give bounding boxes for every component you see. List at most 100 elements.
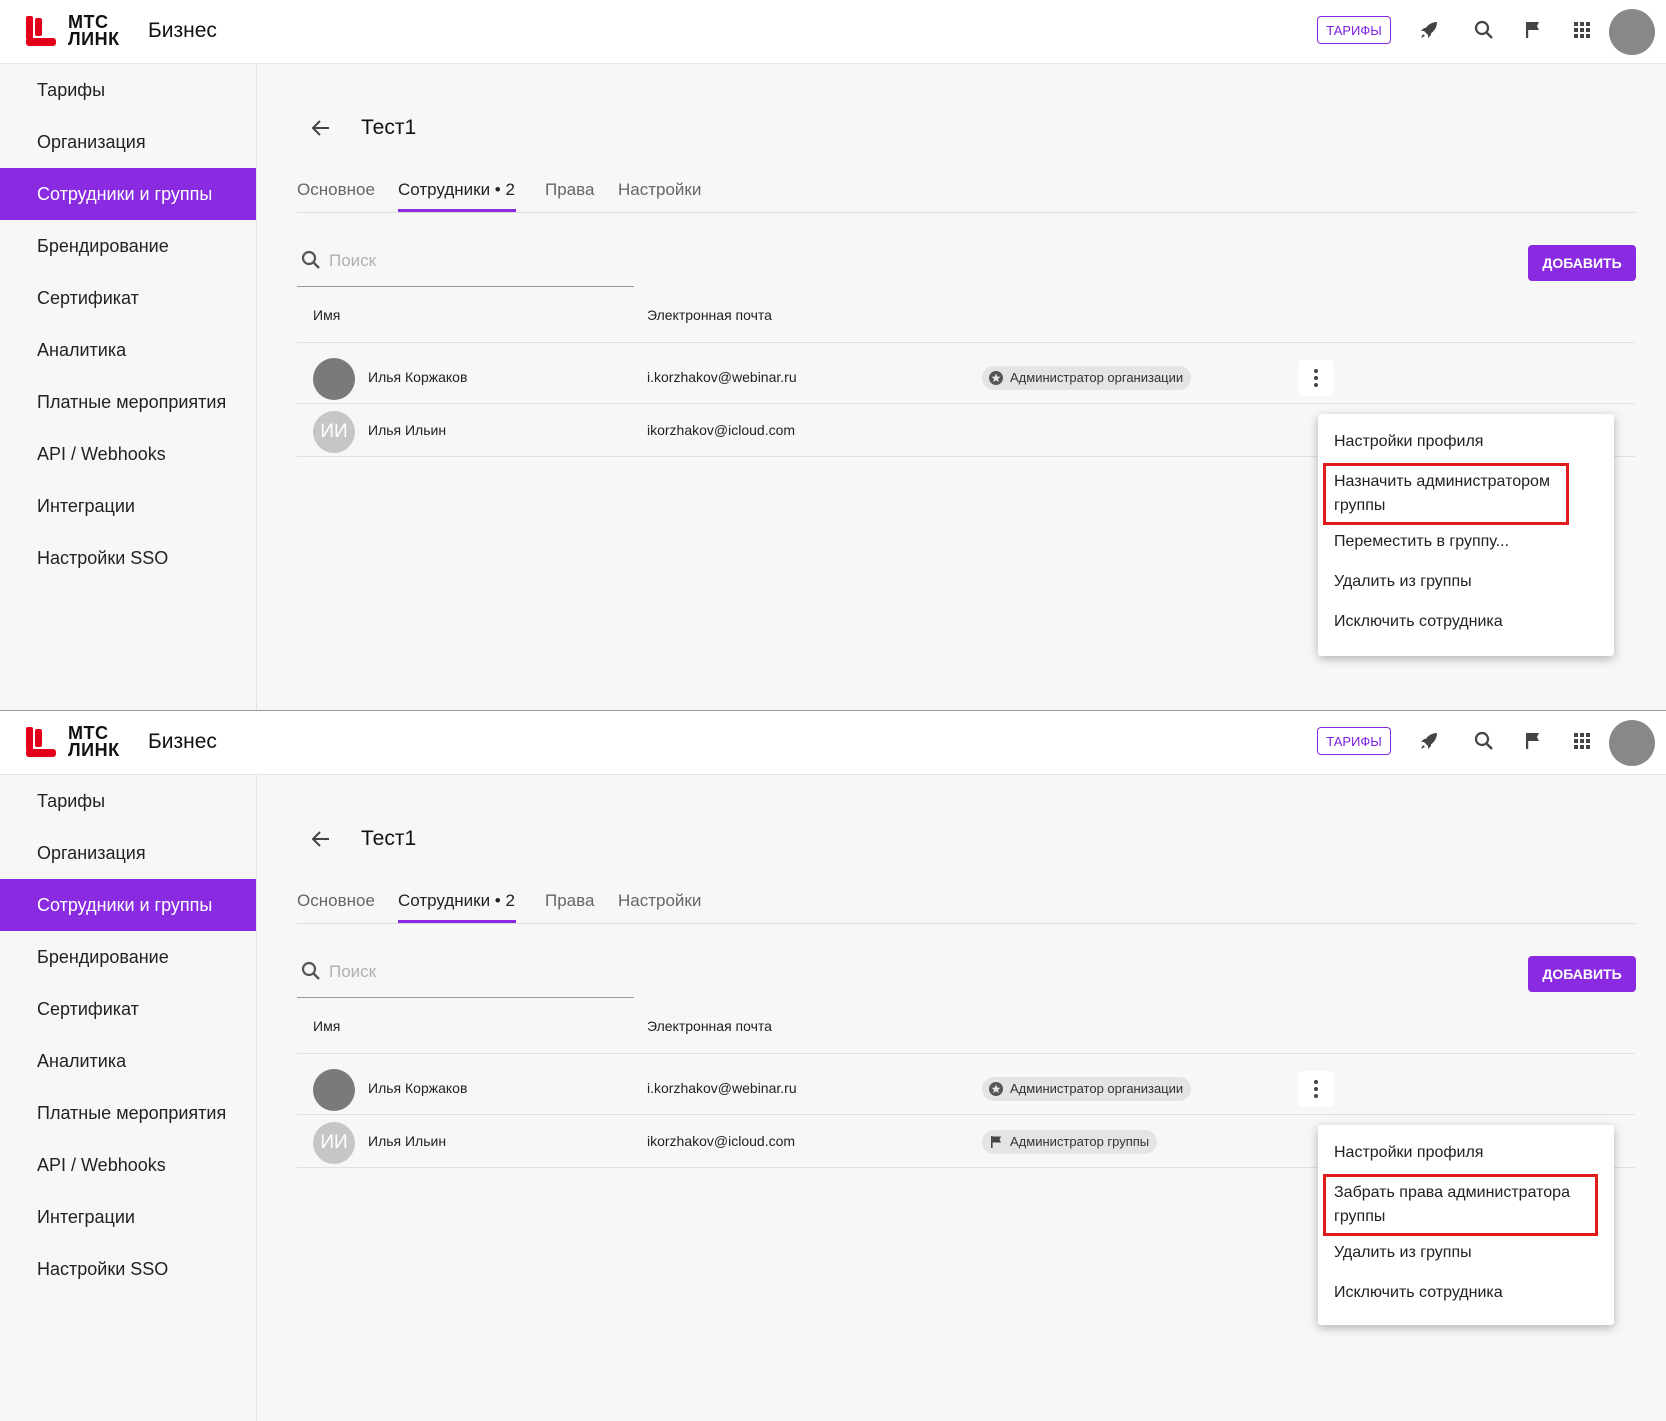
sidebar-item-certificate[interactable]: Сертификат [0,983,256,1035]
employee-email: i.korzhakov@webinar.ru [647,1080,797,1096]
sidebar-item-employees-groups[interactable]: Сотрудники и группы [0,168,256,220]
menu-item-exclude-employee[interactable]: Исключить сотрудника [1334,610,1574,634]
tab-general[interactable]: Основное [297,891,375,911]
tabs-bar: Основное Сотрудники • 2 Права Настройки [297,170,1635,213]
sidebar-item-organization[interactable]: Организация [0,827,256,879]
active-tab-indicator [398,920,516,923]
rocket-icon[interactable] [1417,18,1441,42]
more-vertical-icon [1314,1080,1318,1098]
sidebar-item-integrations[interactable]: Интеграции [0,1191,256,1243]
sidebar-item-paid-events[interactable]: Платные мероприятия [0,1087,256,1139]
add-button[interactable]: ДОБАВИТЬ [1528,245,1636,281]
sidebar-item-organization[interactable]: Организация [0,116,256,168]
row-divider [297,1114,1635,1115]
search-icon [301,961,320,980]
tab-settings[interactable]: Настройки [618,180,701,200]
sidebar-item-certificate[interactable]: Сертификат [0,272,256,324]
avatar [313,1069,355,1111]
top-header: МТС ЛИНК Бизнес ТАРИФЫ [0,711,1666,775]
apps-grid-icon[interactable] [1570,729,1594,753]
logo-text: МТС ЛИНК [68,724,120,760]
highlight-box [1323,1174,1598,1236]
tab-rights[interactable]: Права [545,180,594,200]
back-arrow-icon[interactable] [309,827,333,851]
header-divider [297,1053,1635,1054]
sidebar-item-branding[interactable]: Брендирование [0,931,256,983]
column-header-name: Имя [313,1018,341,1034]
page-title: Тест1 [361,116,417,139]
employee-email: ikorzhakov@icloud.com [647,1133,796,1149]
employee-name[interactable]: Илья Ильин [368,422,446,438]
employee-email: i.korzhakov@webinar.ru [647,369,797,385]
sidebar-item-api-webhooks[interactable]: API / Webhooks [0,1139,256,1191]
star-badge-icon [989,1082,1003,1096]
tab-rights[interactable]: Права [545,891,594,911]
tariffs-button[interactable]: ТАРИФЫ [1317,16,1391,44]
logo-line2: ЛИНК [68,740,120,760]
flag-icon[interactable] [1521,729,1545,753]
mts-link-logo-icon [26,727,56,757]
screenshot-before: МТС ЛИНК Бизнес ТАРИФЫ Тарифы Организаци… [0,0,1666,710]
sidebar-item-employees-groups[interactable]: Сотрудники и группы [0,879,256,931]
user-avatar[interactable] [1609,720,1655,766]
menu-item-remove-from-group[interactable]: Удалить из группы [1334,1241,1574,1265]
search-input[interactable] [327,957,621,987]
menu-item-profile-settings[interactable]: Настройки профиля [1334,430,1574,454]
employee-name[interactable]: Илья Коржаков [368,369,467,385]
star-badge-icon [989,371,1003,385]
tab-settings[interactable]: Настройки [618,891,701,911]
more-vertical-icon [1314,369,1318,387]
sidebar-item-analytics[interactable]: Аналитика [0,324,256,376]
sidebar-item-integrations[interactable]: Интеграции [0,480,256,532]
sidebar-item-sso-settings[interactable]: Настройки SSO [0,532,256,584]
brand-name: Бизнес [148,730,217,753]
sidebar-item-tariffs[interactable]: Тарифы [0,64,256,116]
add-button[interactable]: ДОБАВИТЬ [1528,956,1636,992]
flag-icon[interactable] [1521,18,1545,42]
search-box [297,236,634,287]
sidebar-item-branding[interactable]: Брендирование [0,220,256,272]
apps-grid-icon[interactable] [1570,18,1594,42]
role-badge: Администратор организации [982,366,1192,390]
search-input[interactable] [327,246,621,276]
sidebar-item-tariffs[interactable]: Тарифы [0,775,256,827]
sidebar-item-sso-settings[interactable]: Настройки SSO [0,1243,256,1295]
role-badge: Администратор группы [982,1130,1158,1154]
brand-name: Бизнес [148,19,217,42]
menu-item-profile-settings[interactable]: Настройки профиля [1334,1141,1574,1165]
role-badge-label: Администратор группы [1010,1134,1150,1149]
column-header-email: Электронная почта [647,1018,772,1034]
tab-employees[interactable]: Сотрудники • 2 [398,891,515,911]
menu-item-remove-from-group[interactable]: Удалить из группы [1334,570,1574,594]
avatar [313,358,355,400]
tab-employees[interactable]: Сотрудники • 2 [398,180,515,200]
employee-email: ikorzhakov@icloud.com [647,422,796,438]
avatar: ИИ [313,411,355,453]
back-arrow-icon[interactable] [309,116,333,140]
employee-name[interactable]: Илья Коржаков [368,1080,467,1096]
menu-item-move-to-group[interactable]: Переместить в группу... [1334,530,1574,554]
row-more-button[interactable] [1298,360,1334,396]
search-icon[interactable] [1472,729,1496,753]
search-icon[interactable] [1472,18,1496,42]
tariffs-button[interactable]: ТАРИФЫ [1317,727,1391,755]
sidebar: Тарифы Организация Сотрудники и группы Б… [0,775,257,1421]
tabs-bar: Основное Сотрудники • 2 Права Настройки [297,881,1635,924]
sidebar-item-api-webhooks[interactable]: API / Webhooks [0,428,256,480]
column-header-name: Имя [313,307,341,323]
row-divider [297,403,1635,404]
tab-general[interactable]: Основное [297,180,375,200]
employee-name[interactable]: Илья Ильин [368,1133,446,1149]
rocket-icon[interactable] [1417,729,1441,753]
header-divider [297,342,1635,343]
search-box [297,947,634,998]
menu-item-exclude-employee[interactable]: Исключить сотрудника [1334,1281,1574,1305]
context-menu: Настройки профиля Назначить администрато… [1318,414,1614,656]
row-more-button[interactable] [1298,1071,1334,1107]
logo-text: МТС ЛИНК [68,13,120,48]
role-badge: Администратор организации [982,1077,1192,1101]
user-avatar[interactable] [1609,9,1655,55]
sidebar-item-analytics[interactable]: Аналитика [0,1035,256,1087]
sidebar-item-paid-events[interactable]: Платные мероприятия [0,376,256,428]
top-header: МТС ЛИНК Бизнес ТАРИФЫ [0,0,1666,64]
